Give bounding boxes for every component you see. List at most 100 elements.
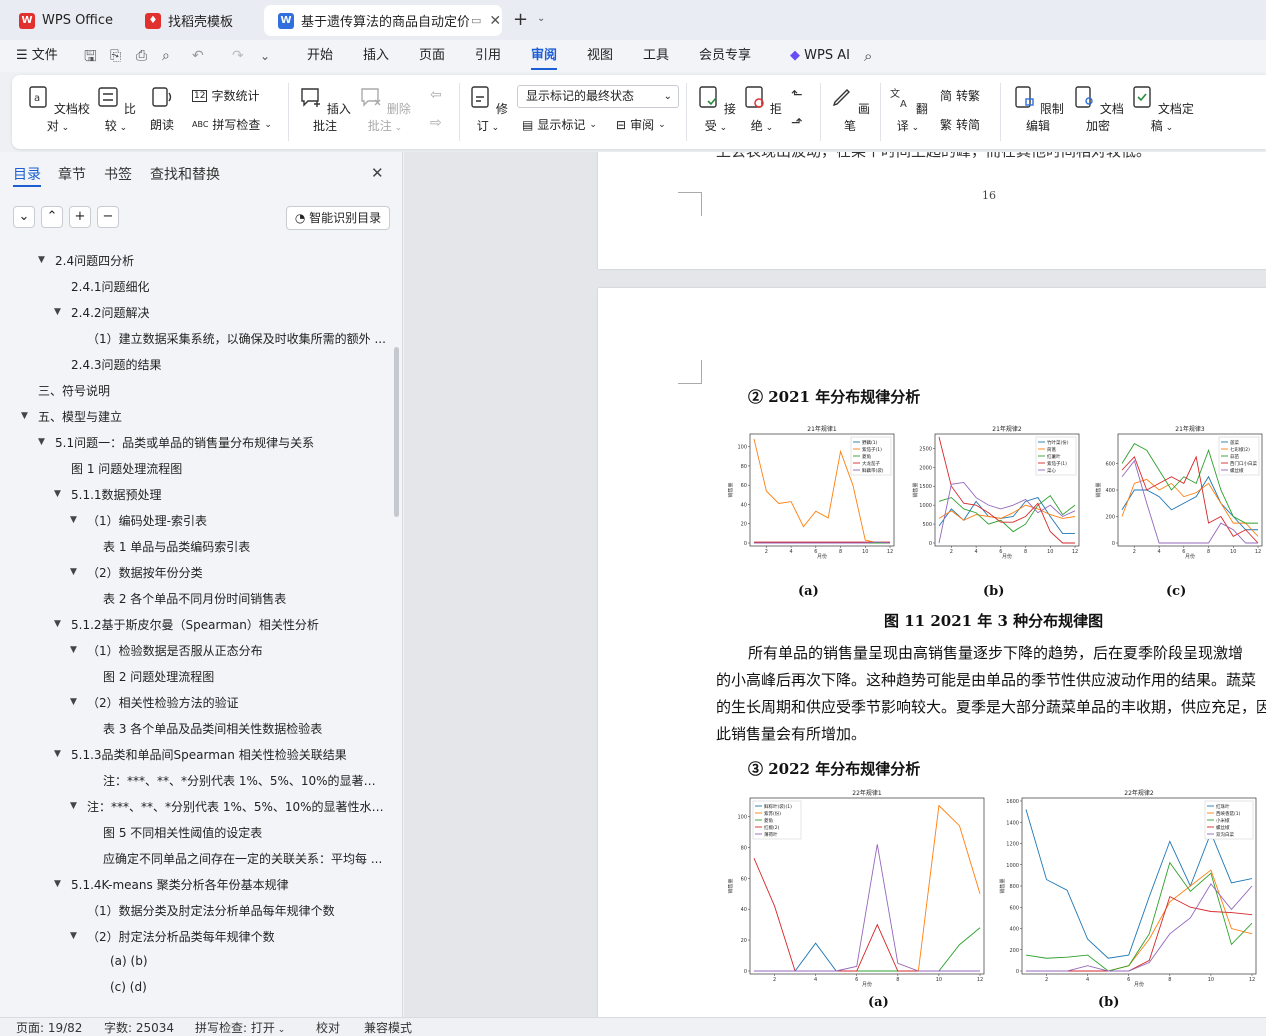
spell-check-button[interactable]: ABC 拼写检查 ⌄: [192, 116, 272, 133]
add-heading-button[interactable]: +: [69, 206, 91, 228]
page-indicator[interactable]: 页面: 19/82: [16, 1019, 82, 1036]
encrypt-document-button[interactable]: 文档加密: [1070, 85, 1126, 134]
finalize-document-button[interactable]: 文档定稿 ⌄: [1130, 85, 1194, 134]
toc-item[interactable]: 2.4.2问题解决: [71, 304, 150, 321]
show-markup-button[interactable]: ▤ 显示标记 ⌄: [522, 116, 597, 133]
toc-item[interactable]: 图 5 不同相关性阈值的设定表: [103, 824, 262, 841]
previous-comment-icon[interactable]: ⇦: [430, 87, 442, 103]
proofread-button[interactable]: a 文档校对 ⌄: [26, 85, 90, 134]
toc-item[interactable]: 5.1.2基于斯皮尔曼（Spearman）相关性分析: [71, 616, 319, 633]
expand-caret-icon[interactable]: ▼: [70, 931, 77, 941]
review-pane-button[interactable]: ⊟ 审阅 ⌄: [616, 116, 666, 133]
new-tab-icon[interactable]: +: [513, 9, 528, 30]
word-count-button[interactable]: 12 字数统计: [192, 87, 259, 104]
toc-item[interactable]: 5.1问题一：品类或单品的销售量分布规律与关系: [55, 434, 314, 451]
chevron-down-icon[interactable]: ⌄: [537, 13, 545, 24]
toc-item[interactable]: (a) (b): [110, 954, 148, 968]
pen-button[interactable]: 画笔: [830, 85, 870, 134]
next-comment-icon[interactable]: ⇨: [430, 115, 442, 131]
toc-item[interactable]: 表 1 单品与品类编码索引表: [103, 538, 250, 555]
collapse-up-button[interactable]: ⌃: [41, 206, 63, 228]
toc-item[interactable]: （2）相关性检验方法的验证: [87, 694, 239, 711]
compare-button[interactable]: 比较 ⌄: [94, 85, 138, 134]
print-icon[interactable]: ⎙: [136, 40, 147, 72]
proofread-status[interactable]: 校对: [316, 1019, 340, 1036]
toc-item[interactable]: 五、模型与建立: [38, 408, 122, 425]
toc-item[interactable]: （1）数据分类及肘定法分析单品每年规律个数: [87, 902, 335, 919]
expand-caret-icon[interactable]: ▼: [38, 255, 45, 265]
translate-button[interactable]: 文A 翻译 ⌄: [888, 85, 928, 134]
accept-button[interactable]: 接受 ⌄: [696, 85, 736, 134]
toc-item[interactable]: 三、符号说明: [38, 382, 110, 399]
expand-caret-icon[interactable]: ▼: [70, 697, 77, 707]
menu-insert[interactable]: 插入: [363, 40, 389, 72]
more-chevron-icon[interactable]: ⌄: [260, 40, 270, 72]
expand-caret-icon[interactable]: ▼: [54, 879, 61, 889]
toc-item[interactable]: （1）检验数据是否服从正态分布: [87, 642, 263, 659]
word-count[interactable]: 字数: 25034: [104, 1019, 174, 1036]
expand-caret-icon[interactable]: ▼: [54, 307, 61, 317]
nav-tab-chapter[interactable]: 章节: [58, 164, 86, 184]
next-change-icon[interactable]: ⬏: [791, 115, 803, 131]
expand-down-button[interactable]: ⌄: [13, 206, 35, 228]
print-preview-icon[interactable]: ⌕: [162, 40, 170, 72]
toc-item[interactable]: 应确定不同单品之间存在一定的关联关系：平均每 ...: [103, 850, 382, 867]
toc-item[interactable]: （2）数据按年份分类: [87, 564, 203, 581]
toc-item[interactable]: 2.4.3问题的结果: [71, 356, 162, 373]
menu-review[interactable]: 审阅: [531, 40, 558, 72]
toc-item[interactable]: 2.4.1问题细化: [71, 278, 150, 295]
undo-icon[interactable]: ↶: [192, 40, 204, 72]
toc-item[interactable]: 2.4问题四分析: [55, 252, 134, 269]
toc-item[interactable]: 图 1 问题处理流程图: [71, 460, 182, 477]
tab-wps-office[interactable]: W WPS Office: [5, 5, 123, 36]
read-aloud-button[interactable]: 朗读: [144, 85, 180, 133]
toc-item[interactable]: 图 2 问题处理流程图: [103, 668, 214, 685]
expand-caret-icon[interactable]: ▼: [54, 619, 61, 629]
to-traditional-button[interactable]: 简转繁: [940, 87, 980, 104]
menu-member[interactable]: 会员专享: [699, 40, 751, 72]
nav-tab-bookmark[interactable]: 书签: [104, 164, 132, 184]
toc-item[interactable]: （1）编码处理-索引表: [87, 512, 207, 529]
expand-caret-icon[interactable]: ▼: [54, 489, 61, 499]
expand-caret-icon[interactable]: ▼: [70, 515, 77, 525]
wps-ai-button[interactable]: ◆ WPS AI: [790, 40, 850, 72]
tab-template[interactable]: ♦ 找稻壳模板: [131, 5, 256, 36]
toc-item[interactable]: （1）建立数据采集系统，以确保及时收集所需的额外 ...: [87, 330, 386, 347]
export-icon[interactable]: ⎘: [110, 40, 121, 72]
expand-caret-icon[interactable]: ▼: [70, 645, 77, 655]
toc-item[interactable]: （2）肘定法分析品类每年规律个数: [87, 928, 275, 945]
track-changes-button[interactable]: 修订 ⌄: [468, 85, 508, 134]
tab-document[interactable]: W 基于遗传算法的商品自动定价与 ▭ ✕: [264, 5, 502, 36]
save-icon[interactable]: 🖫: [84, 40, 97, 72]
menu-page[interactable]: 页面: [419, 40, 445, 72]
screen-icon[interactable]: ▭: [471, 14, 481, 27]
to-simplified-button[interactable]: 繁转简: [940, 116, 980, 133]
reject-button[interactable]: 拒绝 ⌄: [742, 85, 782, 134]
insert-comment-button[interactable]: 插入批注: [297, 85, 353, 134]
toc-item[interactable]: 5.1.1数据预处理: [71, 486, 162, 503]
toc-item[interactable]: 5.1.3品类和单品间Spearman 相关性检验关联结果: [71, 746, 347, 763]
toc-item[interactable]: 表 2 各个单品不同月份时间销售表: [103, 590, 286, 607]
spell-check-status[interactable]: 拼写检查: 打开 ⌄: [195, 1019, 285, 1036]
expand-caret-icon[interactable]: ▼: [21, 411, 28, 421]
menu-start[interactable]: 开始: [307, 40, 333, 72]
menu-view[interactable]: 视图: [587, 40, 613, 72]
search-icon[interactable]: ⌕: [864, 40, 872, 72]
restrict-editing-button[interactable]: 限制编辑: [1010, 85, 1066, 134]
expand-caret-icon[interactable]: ▼: [70, 567, 77, 577]
toc-item[interactable]: 表 3 各个单品及品类间相关性数据检验表: [103, 720, 322, 737]
smart-toc-button[interactable]: ◔ 智能识别目录: [286, 206, 390, 230]
markup-state-dropdown[interactable]: 显示标记的最终状态 ⌄: [517, 85, 679, 108]
toc-item[interactable]: 注：***、**、*分别代表 1%、5%、10%的显著性水 ...: [87, 798, 386, 815]
toc-item[interactable]: 注：***、**、*分别代表 1%、5%、10%的显著性 ...: [103, 772, 386, 789]
toc-scrollbar[interactable]: [394, 347, 399, 517]
previous-change-icon[interactable]: ⬑: [791, 87, 803, 103]
toc-item[interactable]: (c) (d): [110, 980, 147, 994]
expand-caret-icon[interactable]: ▼: [70, 801, 77, 811]
menu-reference[interactable]: 引用: [475, 40, 501, 72]
nav-tab-find-replace[interactable]: 查找和替换: [150, 164, 220, 184]
expand-caret-icon[interactable]: ▼: [38, 437, 45, 447]
redo-icon[interactable]: ↷: [232, 40, 244, 72]
delete-comment-button[interactable]: 删除批注 ⌄: [357, 85, 413, 134]
close-tab-icon[interactable]: ✕: [489, 13, 501, 29]
